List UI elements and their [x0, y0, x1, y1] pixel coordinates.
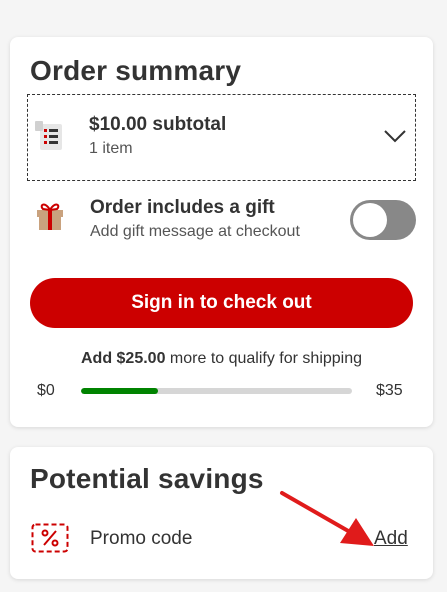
sign-in-checkout-button[interactable]: Sign in to check out: [30, 278, 413, 328]
order-summary-heading: Order summary: [30, 55, 242, 86]
chevron-down-icon: [384, 130, 406, 143]
promo-code-label: Promo code: [90, 528, 193, 549]
gift-icon: [37, 203, 63, 230]
progress-max-label: $35: [376, 382, 403, 399]
subtotal-expander[interactable]: $10.00 subtotal 1 item: [27, 94, 416, 181]
subtotal-amount: $10.00 subtotal: [89, 114, 227, 135]
shipping-amount: Add $25.00: [80, 350, 166, 367]
order-summary-card: Order summary $10.00 subtotal 1 item Ord…: [10, 37, 433, 427]
potential-savings-card: Potential savings Promo code Add: [10, 447, 433, 579]
gift-title: Order includes a gift: [90, 197, 275, 218]
potential-savings-heading: Potential savings: [30, 463, 264, 494]
receipt-icon: [35, 121, 62, 150]
item-count: 1 item: [89, 140, 133, 157]
add-promo-link[interactable]: Add: [374, 528, 408, 550]
shipping-progress-bar: [81, 388, 352, 394]
shipping-message-text: more to qualify for shipping: [165, 350, 363, 367]
arrow-annotation: [280, 491, 374, 546]
gift-subtitle: Add gift message at checkout: [90, 223, 300, 240]
shipping-message: Add $25.00 more to qualify for shipping: [10, 350, 433, 368]
toggle-knob: [353, 203, 387, 237]
gift-toggle[interactable]: [350, 200, 416, 240]
progress-min-label: $0: [37, 382, 55, 399]
shipping-progress-fill: [81, 388, 159, 394]
percent-tag-icon: [31, 523, 69, 553]
